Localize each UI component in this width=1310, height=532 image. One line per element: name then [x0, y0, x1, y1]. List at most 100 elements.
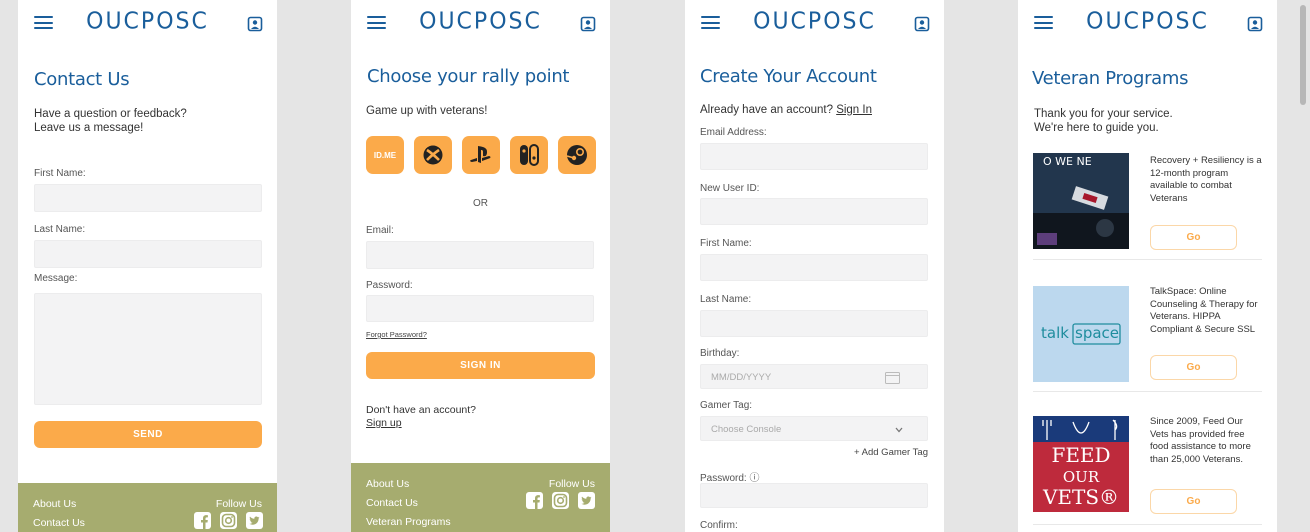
birthday-field[interactable]: MM/DD/YYYY [700, 364, 928, 389]
profile-icon[interactable] [914, 16, 930, 32]
page-title: Choose your rally point [367, 66, 570, 87]
password-label: Password: ⓘ [700, 473, 760, 484]
forgot-password-link[interactable]: Forgot Password? [366, 328, 427, 342]
follow-us-label: Follow Us [548, 478, 595, 490]
go-button[interactable]: Go [1150, 355, 1237, 380]
facebook-icon[interactable] [194, 512, 211, 529]
last-name-field[interactable] [34, 240, 262, 268]
program-description: Since 2009, Feed Our Vets has provided f… [1150, 416, 1251, 465]
add-gamer-tag-link[interactable]: + Add Gamer Tag [854, 446, 928, 460]
gamer-tag-label: Gamer Tag: [700, 400, 753, 411]
fov-line-2: OUR [1062, 468, 1100, 486]
footer-about-link[interactable]: About Us [366, 478, 409, 490]
email-label: Email: [366, 225, 394, 236]
message-field[interactable] [34, 293, 262, 405]
footer-veterans-link[interactable]: Veteran Programs [366, 516, 451, 528]
footer: About Us Contact Us Follow Us [18, 483, 277, 532]
feed-our-vets-logo-image: FEED OUR VETS® [1033, 416, 1129, 512]
top-bar: OUCPOSC [685, 0, 944, 50]
message-label: Message: [34, 273, 78, 284]
create-account-screen: OUCPOSC Create Your Account Already have… [685, 0, 944, 532]
twitter-icon[interactable] [578, 492, 595, 509]
playstation-icon [470, 146, 491, 163]
steam-button[interactable] [558, 136, 596, 174]
intro-text-2: We're here to guide you. [1034, 122, 1159, 134]
page-scrollbar[interactable] [1300, 5, 1306, 105]
logo: OUCPOSC [753, 8, 876, 35]
profile-icon[interactable] [1247, 16, 1263, 32]
email-field[interactable] [366, 241, 594, 269]
rally-point-screen: OUCPOSC Choose your rally point Game up … [351, 0, 610, 532]
footer: About Us Contact Us Veteran Programs Fol… [351, 463, 610, 532]
intro-text-1: Have a question or feedback? [34, 108, 187, 120]
svg-text:talk: talk [1041, 324, 1069, 342]
divider [1033, 524, 1262, 525]
fov-line-3: VETS® [1042, 485, 1120, 509]
footer-about-link[interactable]: About Us [33, 498, 76, 510]
idme-label: ID.ME [373, 150, 397, 160]
instagram-icon[interactable] [552, 492, 569, 509]
instagram-icon[interactable] [220, 512, 237, 529]
sign-in-link[interactable]: Sign In [836, 104, 872, 116]
first-name-field[interactable] [700, 254, 928, 281]
switch-icon [520, 144, 539, 166]
recovery-photo: O WE NE [1033, 153, 1129, 249]
sign-up-link[interactable]: Sign up [366, 416, 402, 430]
page-title: Create Your Account [700, 66, 877, 87]
logo: OUCPOSC [1086, 8, 1209, 35]
twitter-icon[interactable] [246, 512, 263, 529]
send-button[interactable]: SEND [34, 421, 262, 448]
xbox-button[interactable] [414, 136, 452, 174]
xbox-icon [423, 145, 443, 165]
user-id-label: New User ID: [700, 183, 760, 194]
birthday-placeholder: MM/DD/YYYY [711, 372, 772, 383]
password-field[interactable] [366, 295, 594, 322]
password-label: Password: [366, 280, 413, 291]
page-title: Veteran Programs [1032, 68, 1189, 89]
or-divider: OR [473, 198, 488, 209]
console-select[interactable]: Choose Console [700, 416, 928, 441]
sign-in-button[interactable]: SIGN IN [366, 352, 595, 379]
first-name-field[interactable] [34, 184, 262, 212]
top-bar: OUCPOSC [18, 0, 277, 50]
steam-icon [566, 145, 587, 165]
password-field[interactable] [700, 483, 928, 508]
profile-icon[interactable] [247, 16, 263, 32]
console-placeholder: Choose Console [711, 424, 782, 435]
fov-line-1: FEED [1051, 443, 1111, 467]
last-name-label: Last Name: [34, 224, 86, 235]
talkspace-logo-image: talk space [1033, 286, 1129, 382]
birthday-label: Birthday: [700, 348, 740, 359]
go-button[interactable]: Go [1150, 225, 1237, 250]
svg-text:space: space [1075, 324, 1119, 342]
user-id-field[interactable] [700, 198, 928, 225]
intro-text-1: Thank you for your service. [1034, 108, 1173, 120]
program-description: TalkSpace: Online Counseling & Therapy f… [1150, 286, 1258, 335]
divider [1033, 391, 1262, 392]
recovery-program-image: O WE NE [1033, 153, 1129, 249]
program-description: Recovery + Resiliency is a 12-month prog… [1150, 155, 1262, 204]
calendar-icon[interactable] [885, 371, 900, 384]
switch-button[interactable] [510, 136, 548, 174]
have-account-row: Already have an account? Sign In [700, 103, 872, 117]
last-name-label: Last Name: [700, 294, 752, 305]
facebook-icon[interactable] [526, 492, 543, 509]
idme-button[interactable]: ID.ME [366, 136, 404, 174]
playstation-button[interactable] [462, 136, 500, 174]
footer-contact-link[interactable]: Contact Us [33, 517, 85, 529]
talkspace-logo: talk space [1041, 323, 1121, 345]
footer-contact-link[interactable]: Contact Us [366, 497, 418, 509]
logo: OUCPOSC [419, 8, 542, 35]
follow-us-label: Follow Us [215, 498, 262, 510]
subtitle: Game up with veterans! [366, 105, 488, 117]
veteran-programs-screen: OUCPOSC Veteran Programs Thank you for y… [1018, 0, 1277, 532]
profile-icon[interactable] [580, 16, 596, 32]
logo: OUCPOSC [86, 8, 209, 35]
top-bar: OUCPOSC [351, 0, 610, 50]
last-name-field[interactable] [700, 310, 928, 337]
page-title: Contact Us [34, 69, 130, 90]
email-field[interactable] [700, 143, 928, 170]
go-button[interactable]: Go [1150, 489, 1237, 514]
chevron-down-icon [895, 427, 903, 433]
food-icons [1042, 419, 1118, 440]
